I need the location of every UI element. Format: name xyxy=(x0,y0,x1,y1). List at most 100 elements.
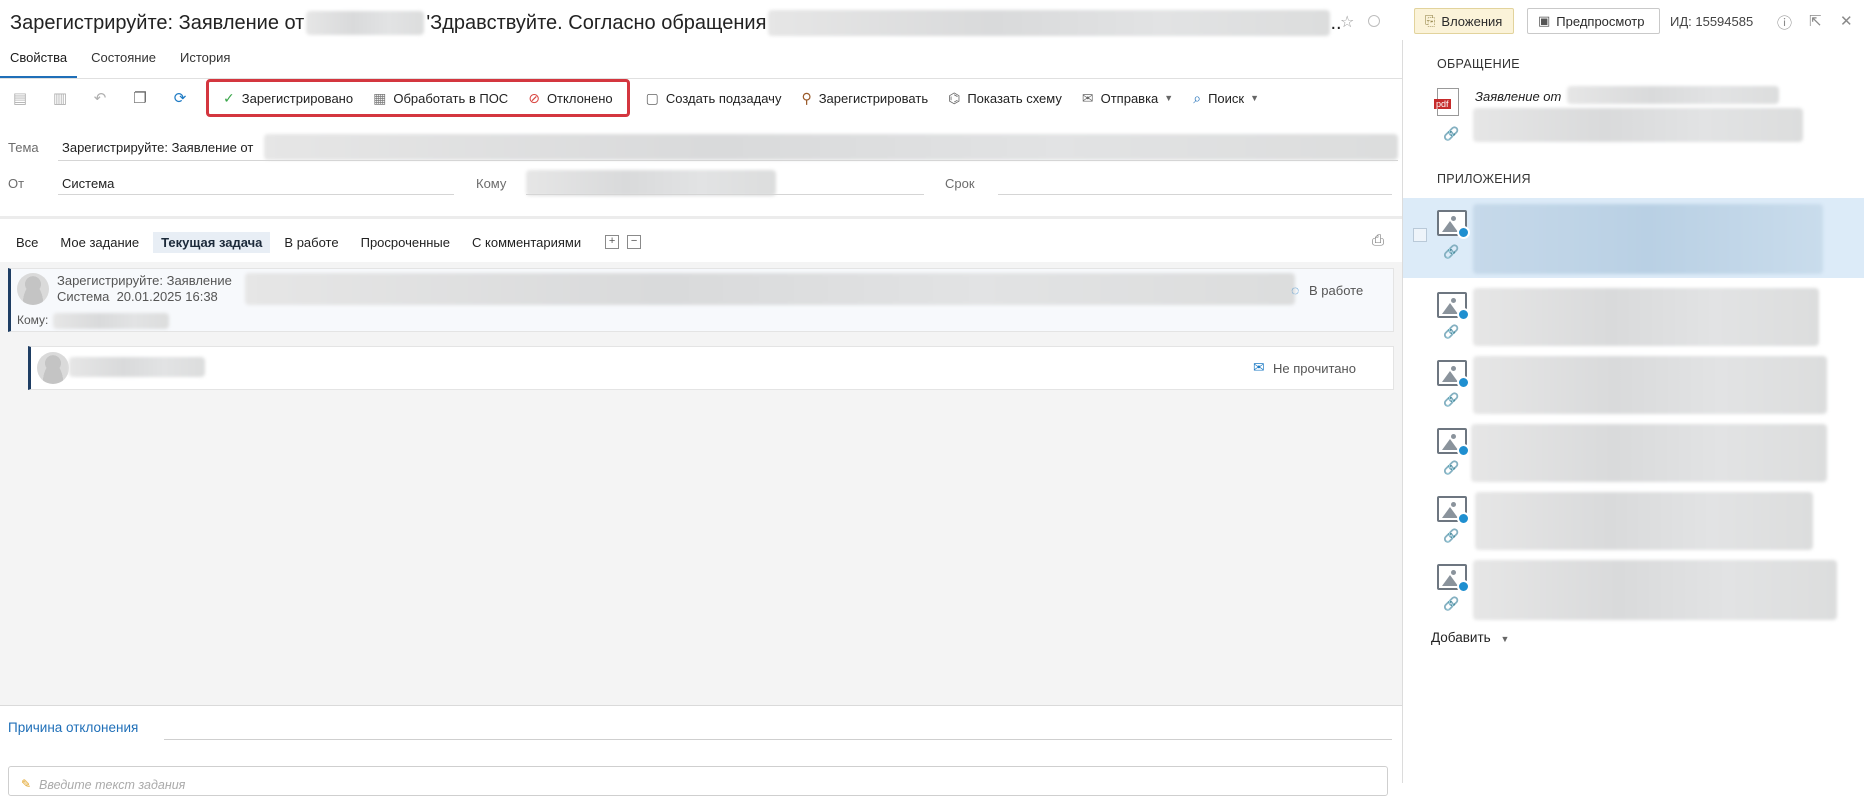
signature-badge-icon xyxy=(1457,376,1470,389)
subject-label: Тема xyxy=(8,140,39,155)
redacted-sender xyxy=(306,11,425,35)
undo-icon[interactable]: ↶ xyxy=(80,89,120,107)
right-panel: ОБРАЩЕНИЕ pdf Заявление от 🔗 ПРИЛОЖЕНИЯ … xyxy=(1402,40,1864,783)
print-icon[interactable]: ⎙ xyxy=(1372,232,1384,249)
star-icon[interactable]: ☆ xyxy=(1340,12,1354,32)
filter-all[interactable]: Все xyxy=(8,232,46,253)
attachments-section-title: ПРИЛОЖЕНИЯ xyxy=(1437,172,1531,186)
sub-task-card[interactable]: ✉ Не прочитано xyxy=(28,346,1394,390)
preview-button[interactable]: ▣ Предпросмотр xyxy=(1527,8,1660,34)
request-section-title: ОБРАЩЕНИЕ xyxy=(1437,57,1520,71)
link-icon[interactable]: 🔗 xyxy=(1443,126,1459,142)
subtask-icon: ▢ xyxy=(645,89,659,106)
attachment-row[interactable]: 🔗 xyxy=(1403,356,1864,416)
signature-badge-icon xyxy=(1457,512,1470,525)
save-icon[interactable]: ▤ xyxy=(0,89,40,107)
signature-badge-icon xyxy=(1457,308,1470,321)
paperclip-icon: ⎘ xyxy=(1425,13,1436,28)
avatar xyxy=(17,273,49,305)
preview-icon: ▣ xyxy=(1538,13,1551,28)
save-all-icon[interactable]: ▥ xyxy=(40,89,80,107)
copy-icon[interactable]: ❐ xyxy=(120,89,160,107)
from-value[interactable]: Система xyxy=(62,176,114,191)
stamp-icon: ⚲ xyxy=(801,89,812,106)
attachment-row[interactable]: 🔗 xyxy=(1403,288,1864,348)
search-label: Поиск xyxy=(1208,90,1245,106)
task-title: Зарегистрируйте: Заявление xyxy=(57,273,232,288)
reject-reason-underline xyxy=(164,739,1392,740)
open-external-icon[interactable]: ⇱ xyxy=(1809,12,1822,30)
status-circle-icon[interactable] xyxy=(1368,15,1380,27)
chevron-down-icon: ▼ xyxy=(1164,93,1174,103)
show-scheme-label: Показать схему xyxy=(967,90,1062,106)
send-dropdown[interactable]: ✉ Отправка ▼ xyxy=(1072,83,1183,113)
task-filter-bar: Все Мое задание Текущая задача В работе … xyxy=(8,230,642,254)
attachment-row[interactable]: 🔗 xyxy=(1403,492,1864,552)
unread-mail-icon: ✉ xyxy=(1253,359,1265,375)
task-status: В работе xyxy=(1309,283,1364,298)
row-checkbox[interactable] xyxy=(1413,228,1427,242)
signature-badge-icon xyxy=(1457,444,1470,457)
attachment-row[interactable]: 🔗 xyxy=(1403,424,1864,484)
registered-button[interactable]: ✓ Зарегистрировано xyxy=(213,83,363,113)
register-button[interactable]: ⚲ Зарегистрировать xyxy=(791,83,938,113)
link-icon[interactable]: 🔗 xyxy=(1443,392,1459,408)
subject-value[interactable]: Зарегистрируйте: Заявление от xyxy=(62,140,253,155)
filter-with-comments[interactable]: С комментариями xyxy=(464,232,589,253)
check-icon: ✓ xyxy=(223,89,235,106)
main-task-card[interactable]: Зарегистрируйте: Заявление Система 20.01… xyxy=(8,268,1394,332)
help-icon[interactable]: ⓘ xyxy=(1777,12,1792,33)
chevron-down-icon: ▼ xyxy=(1250,93,1260,103)
task-text-input[interactable]: ✎ Введите текст задания xyxy=(8,766,1388,796)
filter-current-task[interactable]: Текущая задача xyxy=(153,231,271,253)
tab-history[interactable]: История xyxy=(170,46,240,78)
link-icon[interactable]: 🔗 xyxy=(1443,528,1459,544)
filter-in-progress[interactable]: В работе xyxy=(276,232,346,253)
link-icon[interactable]: 🔗 xyxy=(1443,324,1459,340)
redacted-subject-rest xyxy=(264,134,1398,160)
close-icon[interactable]: ✕ xyxy=(1840,12,1853,30)
pdf-icon-label: pdf xyxy=(1434,99,1451,109)
signature-badge-icon xyxy=(1457,580,1470,593)
link-icon[interactable]: 🔗 xyxy=(1443,460,1459,476)
from-underline xyxy=(58,194,454,195)
redacted-attachment-name xyxy=(1475,492,1813,550)
create-subtask-button[interactable]: ▢ Создать подзадачу xyxy=(636,83,792,113)
redacted-attachment-name xyxy=(1473,560,1837,620)
title-prefix: Зарегистрируйте: Заявление от xyxy=(10,11,305,34)
request-doc-name[interactable]: Заявление от xyxy=(1475,89,1561,104)
chevron-down-icon: ▼ xyxy=(1500,634,1510,644)
in-progress-icon: ◌ xyxy=(1291,282,1300,298)
tab-properties[interactable]: Свойства xyxy=(0,46,78,78)
task-to-label: Кому: xyxy=(17,313,49,327)
registered-label: Зарегистрировано xyxy=(241,90,354,106)
redacted-task-text xyxy=(245,273,1295,305)
refresh-icon[interactable]: ⟳ xyxy=(160,89,200,107)
link-icon[interactable]: 🔗 xyxy=(1443,596,1459,612)
collapse-all-icon[interactable]: − xyxy=(627,235,642,249)
add-label: Добавить xyxy=(1431,630,1491,645)
filter-overdue[interactable]: Просроченные xyxy=(353,232,458,253)
toolbar: ▤ ▥ ↶ ❐ ⟳ ✓ Зарегистрировано ▦ Обработат… xyxy=(0,79,1402,117)
redacted-attachment-name xyxy=(1473,204,1823,274)
filter-my-task[interactable]: Мое задание xyxy=(52,232,147,253)
pdf-icon[interactable]: pdf xyxy=(1434,88,1459,116)
attachments-button[interactable]: ⎘ Вложения xyxy=(1414,8,1514,34)
search-icon: ⌕ xyxy=(1193,89,1202,106)
redacted-title-rest xyxy=(768,10,1331,36)
expand-all-icon[interactable]: + xyxy=(605,235,620,249)
show-scheme-button[interactable]: ⌬ Показать схему xyxy=(938,83,1072,113)
tab-state[interactable]: Состояние xyxy=(81,46,166,78)
attachment-row[interactable]: 🔗 xyxy=(1403,560,1864,620)
add-attachment-button[interactable]: Добавить ▼ xyxy=(1431,630,1509,645)
attachment-row[interactable]: 🔗 xyxy=(1403,198,1864,278)
redacted-attachment-name xyxy=(1473,288,1819,346)
link-icon[interactable]: 🔗 xyxy=(1443,244,1459,260)
redacted-attachment-name xyxy=(1471,424,1827,482)
process-in-pos-button[interactable]: ▦ Обработать в ПОС xyxy=(363,83,518,113)
highlighted-action-group: ✓ Зарегистрировано ▦ Обработать в ПОС ⊘ … xyxy=(206,79,630,117)
rejected-button[interactable]: ⊘ Отклонено xyxy=(518,83,622,113)
rejected-label: Отклонено xyxy=(546,90,613,106)
redacted-subtask-name xyxy=(69,357,205,377)
search-dropdown[interactable]: ⌕ Поиск ▼ xyxy=(1183,83,1269,113)
